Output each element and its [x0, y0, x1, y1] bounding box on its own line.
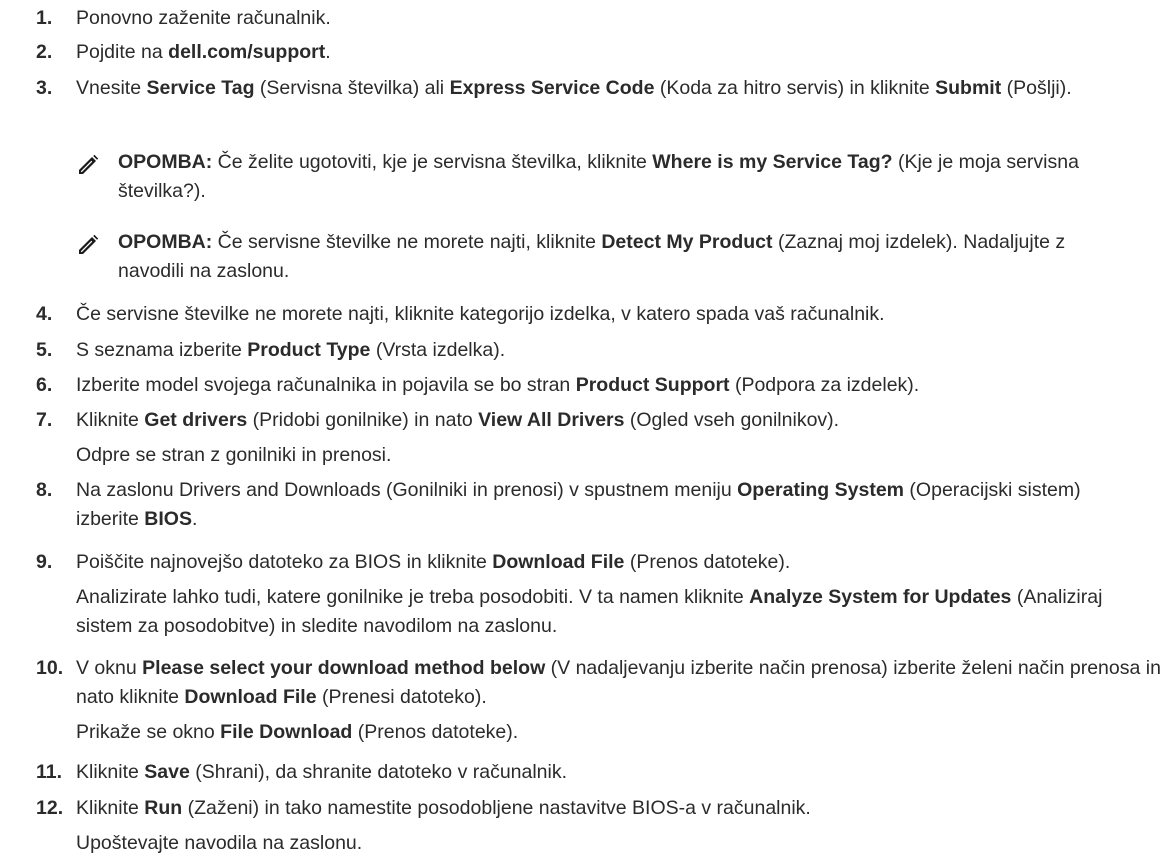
bold-text-run: Get drivers: [144, 409, 248, 431]
step-number: 9.: [36, 551, 53, 573]
bold-text-run: Download File: [184, 686, 317, 708]
step-number: 10.: [36, 657, 64, 679]
step-text: V oknu Please select your download metho…: [76, 654, 1162, 712]
step-text: Ponovno zaženite računalnik.: [76, 4, 1162, 33]
text-run: Če želite ugotoviti, kje je servisna šte…: [212, 151, 653, 173]
step-subtext: Analizirate lahko tudi, katere gonilnike…: [76, 583, 1146, 641]
step-number: 11.: [36, 761, 63, 783]
text-run: Odpre se stran z gonilniki in prenosi.: [76, 444, 392, 466]
note-text: OPOMBA: Če servisne številke ne morete n…: [118, 228, 1128, 286]
note-1: OPOMBA: Če želite ugotoviti, kje je serv…: [76, 148, 1118, 206]
text-run: (Podpora za izdelek).: [729, 374, 920, 396]
bold-text-run: Submit: [935, 77, 1002, 99]
step-text: Na zaslonu Drivers and Downloads (Goniln…: [76, 476, 1116, 534]
bold-text-run: Where is my Service Tag?: [652, 151, 893, 173]
text-run: Analizirate lahko tudi, katere gonilnike…: [76, 586, 750, 608]
text-run: Kliknite: [76, 409, 145, 431]
bold-text-run: OPOMBA:: [118, 231, 213, 253]
step-number: 12.: [36, 797, 64, 819]
bold-text-run: BIOS: [144, 508, 192, 530]
step-number: 3.: [36, 77, 53, 99]
text-run: (Shrani), da shranite datoteko v računal…: [189, 761, 568, 783]
step-number: 8.: [36, 479, 53, 501]
text-run: S seznama izberite: [76, 339, 248, 361]
step-text: Če servisne številke ne morete najti, kl…: [76, 300, 1162, 329]
text-run: Če servisne številke ne morete najti, kl…: [76, 303, 885, 325]
text-run: Če servisne številke ne morete najti, kl…: [212, 231, 602, 253]
text-run: Na zaslonu Drivers and Downloads (Goniln…: [76, 479, 738, 501]
step-number: 6.: [36, 374, 53, 396]
text-run: (Pridobi gonilnike) in nato: [247, 409, 479, 431]
text-run: Pojdite na: [76, 41, 169, 63]
step-number: 7.: [36, 409, 53, 431]
bold-text-run: Please select your download method below: [142, 657, 546, 679]
text-run: (Koda za hitro servis) in kliknite: [654, 77, 936, 99]
text-run: V oknu: [76, 657, 143, 679]
step-text: Poiščite najnovejšo datoteko za BIOS in …: [76, 548, 1146, 577]
bold-text-run: OPOMBA:: [118, 151, 213, 173]
text-run: (Servisna številka) ali: [254, 77, 450, 99]
text-run: Ponovno zaženite računalnik.: [76, 7, 331, 29]
pencil-note-icon: [79, 234, 99, 254]
bold-text-run: dell.com/support: [168, 41, 326, 63]
step-text: Izberite model svojega računalnika in po…: [76, 371, 1162, 400]
step-number: 1.: [36, 7, 53, 29]
note-2: OPOMBA: Če servisne številke ne morete n…: [76, 228, 1128, 286]
text-run: Vnesite: [76, 77, 147, 99]
text-run: (Prenos datoteke).: [352, 721, 519, 743]
step-10: 10. V oknu Please select your download m…: [36, 654, 1162, 747]
step-7: 7. Kliknite Get drivers (Pridobi gonilni…: [36, 406, 1162, 470]
step-4: 4. Če servisne številke ne morete najti,…: [36, 300, 1162, 329]
step-5: 5. S seznama izberite Product Type (Vrst…: [36, 336, 1162, 365]
text-run: Upoštevajte navodila na zaslonu.: [76, 832, 363, 854]
step-number: 2.: [36, 41, 53, 63]
bold-text-run: Product Support: [575, 374, 730, 396]
step-text: Kliknite Save (Shrani), da shranite dato…: [76, 758, 1162, 787]
bold-text-run: Operating System: [737, 479, 905, 501]
step-number: 5.: [36, 339, 53, 361]
step-subtext: Odpre se stran z gonilniki in prenosi.: [76, 441, 1162, 470]
text-run: Prikaže se okno: [76, 721, 221, 743]
step-2: 2. Pojdite na dell.com/support.: [36, 38, 1162, 67]
bold-text-run: Product Type: [247, 339, 371, 361]
bold-text-run: Detect My Product: [601, 231, 773, 253]
step-text: S seznama izberite Product Type (Vrsta i…: [76, 336, 1162, 365]
step-1: 1. Ponovno zaženite računalnik.: [36, 4, 1162, 33]
step-subtext: Upoštevajte navodila na zaslonu.: [76, 829, 1162, 858]
text-run: (Pošlji).: [1001, 77, 1072, 99]
step-3: 3. Vnesite Service Tag (Servisna številk…: [36, 74, 1116, 103]
bold-text-run: View All Drivers: [478, 409, 625, 431]
text-run: (Prenesi datoteko).: [316, 686, 487, 708]
step-12: 12. Kliknite Run (Zaženi) in tako namest…: [36, 794, 1162, 858]
text-run: Kliknite: [76, 761, 145, 783]
step-9: 9. Poiščite najnovejšo datoteko za BIOS …: [36, 548, 1146, 641]
text-run: (Zaženi) in tako namestite posodobljene …: [182, 797, 811, 819]
step-8: 8. Na zaslonu Drivers and Downloads (Gon…: [36, 476, 1116, 534]
bold-text-run: Analyze System for Updates: [749, 586, 1012, 608]
step-text: Pojdite na dell.com/support.: [76, 38, 1162, 67]
pencil-note-icon: [79, 154, 99, 174]
text-run: .: [325, 41, 331, 63]
note-text: OPOMBA: Če želite ugotoviti, kje je serv…: [118, 148, 1118, 206]
step-number: 4.: [36, 303, 53, 325]
text-run: Kliknite: [76, 797, 145, 819]
text-run: (Prenos datoteke).: [624, 551, 791, 573]
step-text: Kliknite Get drivers (Pridobi gonilnike)…: [76, 406, 1162, 435]
text-run: (Ogled vseh gonilnikov).: [624, 409, 840, 431]
bold-text-run: File Download: [220, 721, 353, 743]
step-11: 11. Kliknite Save (Shrani), da shranite …: [36, 758, 1162, 787]
step-subtext: Prikaže se okno File Download (Prenos da…: [76, 718, 1162, 747]
step-text: Vnesite Service Tag (Servisna številka) …: [76, 74, 1116, 103]
text-run: Poiščite najnovejšo datoteko za BIOS in …: [76, 551, 493, 573]
bold-text-run: Express Service Code: [449, 77, 655, 99]
text-run: Izberite model svojega računalnika in po…: [76, 374, 576, 396]
step-6: 6. Izberite model svojega računalnika in…: [36, 371, 1162, 400]
text-run: (Vrsta izdelka).: [370, 339, 506, 361]
bold-text-run: Run: [144, 797, 183, 819]
bold-text-run: Save: [144, 761, 190, 783]
bold-text-run: Download File: [492, 551, 625, 573]
text-run: .: [191, 508, 198, 530]
bold-text-run: Service Tag: [146, 77, 255, 99]
step-text: Kliknite Run (Zaženi) in tako namestite …: [76, 794, 1162, 823]
